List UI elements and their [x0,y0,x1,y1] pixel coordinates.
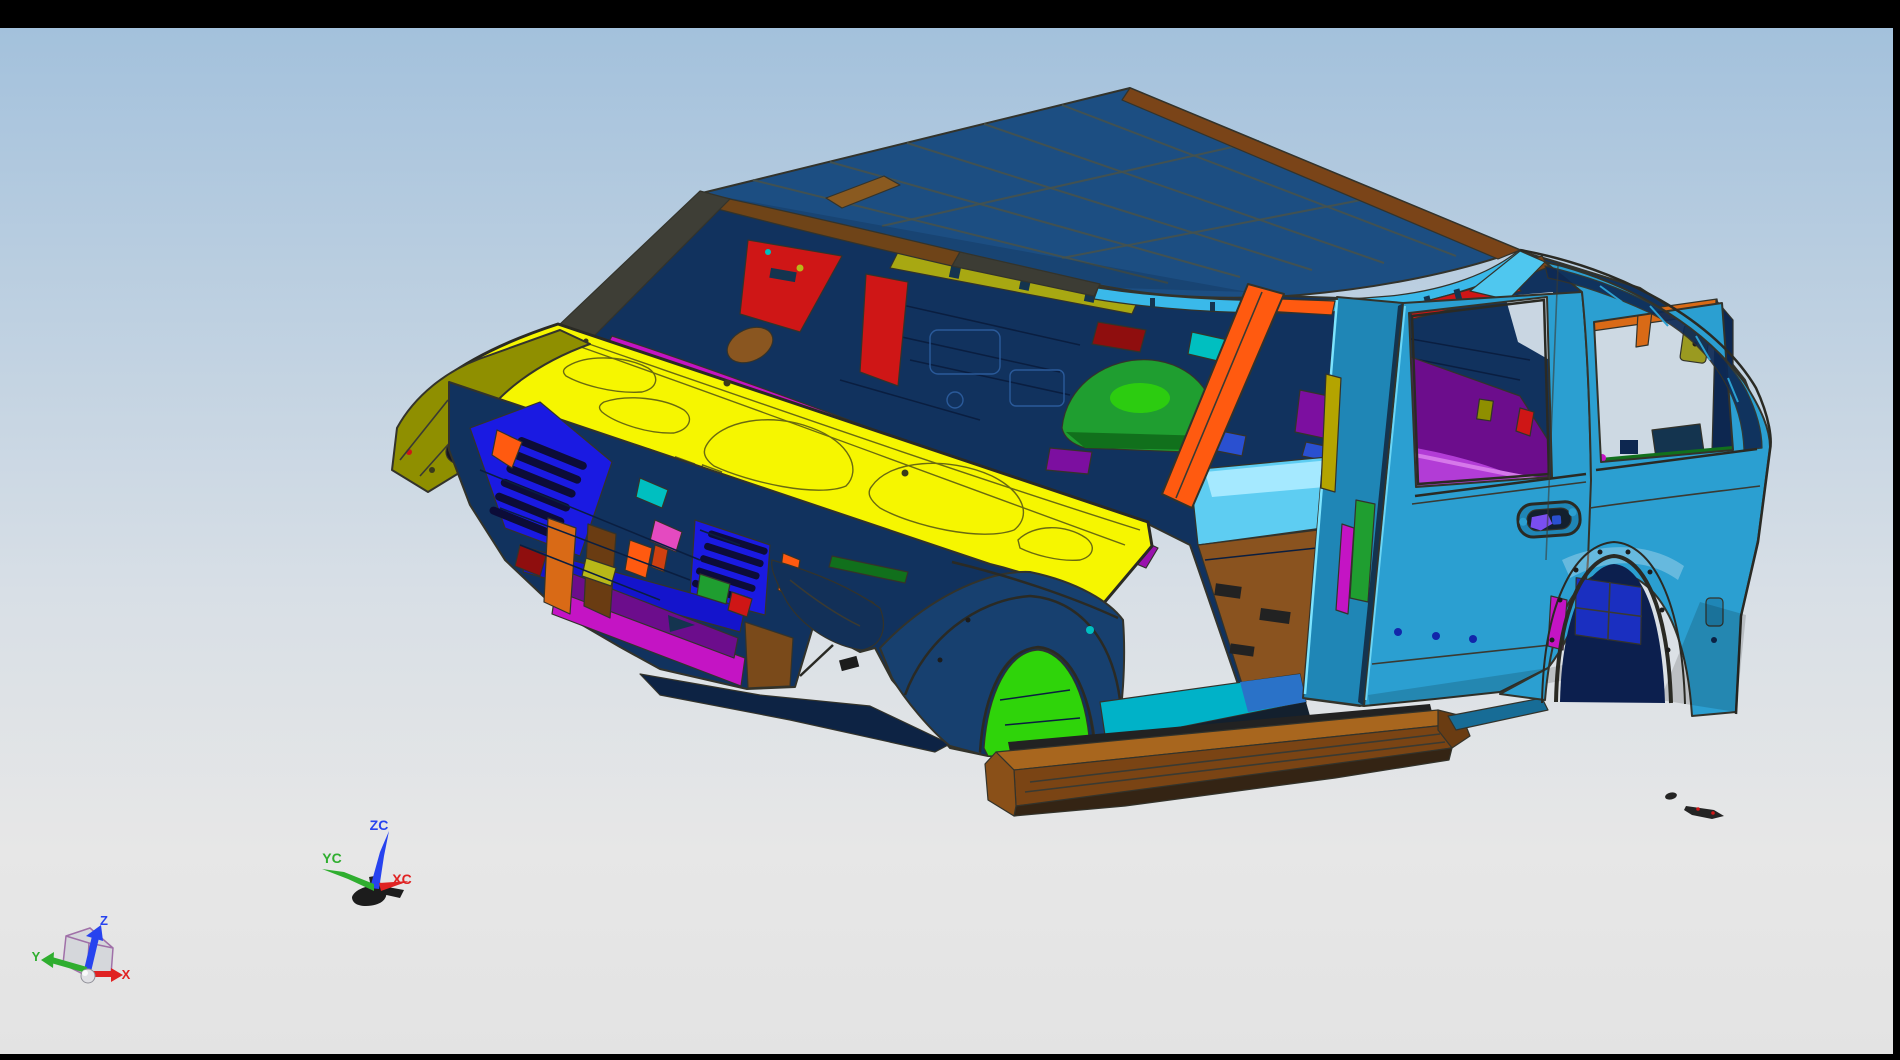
wcs-y-label: YC [322,850,341,866]
door-handle-recess[interactable] [1517,501,1581,538]
wcs-x-label: XC [392,871,411,887]
cad-viewport[interactable]: ZC YC XC Z Y X [0,0,1900,1060]
top-bar [0,0,1900,28]
wcs-z-label: ZC [370,817,389,833]
bottom-bar [0,1054,1900,1060]
datum-z-label: Z [100,913,108,928]
datum-y-label: Y [32,949,41,964]
datum-x-label: X [122,967,131,982]
right-bar [1893,28,1900,1060]
